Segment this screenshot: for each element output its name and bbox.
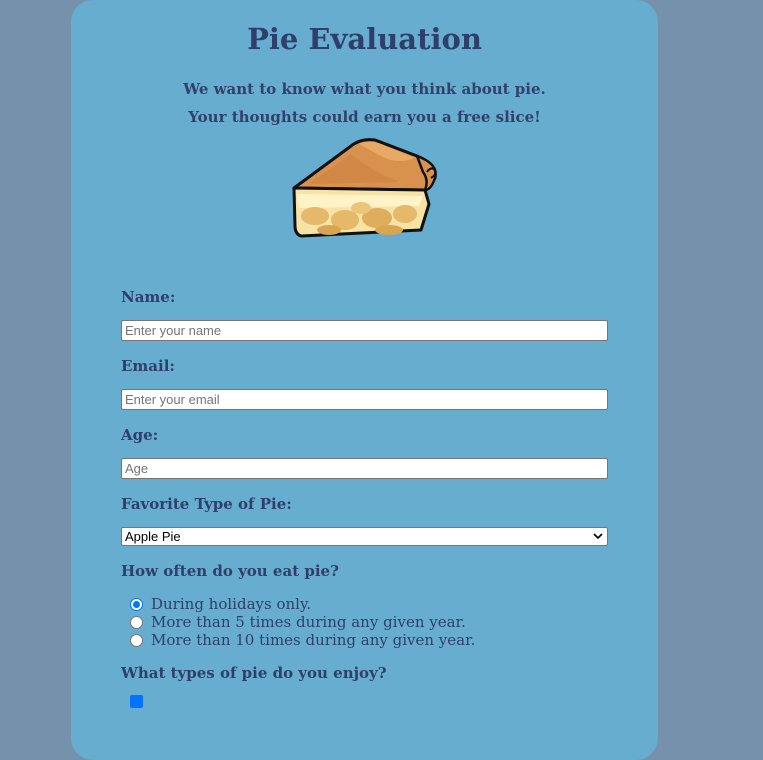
favorite-pie-label: Favorite Type of Pie: [121,495,292,513]
checkbox[interactable] [130,695,143,708]
frequency-option-label: More than 10 times during any given year… [151,631,476,649]
radio-button[interactable] [130,615,143,629]
pie-type-option[interactable] [130,695,151,708]
subtitle-line-2: Your thoughts could earn you a free slic… [188,108,541,126]
radio-button[interactable] [130,633,143,647]
favorite-pie-selected-value: Apple Pie [125,529,181,544]
frequency-option-label: More than 5 times during any given year. [151,613,466,631]
frequency-option-10-times[interactable]: More than 10 times during any given year… [130,631,475,649]
name-label: Name: [121,288,176,306]
page-title: Pie Evaluation [247,22,482,56]
pie-types-label: What types of pie do you enjoy? [121,664,387,682]
frequency-option-label: During holidays only. [151,595,312,613]
frequency-option-holidays[interactable]: During holidays only. [130,595,311,613]
frequency-label: How often do you eat pie? [121,562,339,580]
radio-button[interactable] [130,597,143,611]
email-label: Email: [121,357,175,375]
age-input[interactable] [121,458,608,479]
frequency-option-5-times[interactable]: More than 5 times during any given year. [130,613,466,631]
chevron-down-icon [593,533,603,540]
favorite-pie-select[interactable]: Apple Pie [121,527,608,546]
survey-card: Pie Evaluation We want to know what you … [71,0,658,760]
pie-slice-illustration [292,138,437,238]
age-label: Age: [121,426,159,444]
email-input[interactable] [121,389,608,410]
name-input[interactable] [121,320,608,341]
subtitle-line-1: We want to know what you think about pie… [183,80,546,98]
